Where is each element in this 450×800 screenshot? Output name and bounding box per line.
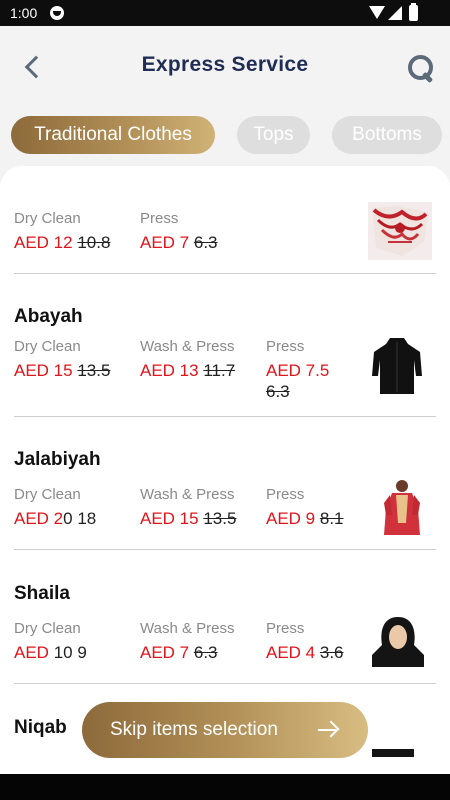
skip-items-selection-button[interactable]: Skip items selection	[82, 702, 368, 758]
item-image	[368, 202, 432, 260]
price-original: 10.8	[77, 233, 111, 252]
item-name: Abayah	[14, 306, 83, 327]
divider	[14, 549, 436, 550]
price-current: AED 7	[140, 233, 190, 252]
item-name: Jalabiyah	[14, 449, 101, 470]
status-time: 1:00	[10, 5, 38, 21]
signal-icon	[388, 6, 402, 20]
price-original: 9	[77, 643, 87, 662]
item-image	[372, 617, 424, 667]
list-item[interactable]: Shaila Dry Clean AED 10 9 Wash & Press A…	[14, 581, 436, 696]
price-original: 13.5	[203, 509, 237, 528]
item-image	[372, 749, 414, 757]
arrow-right-icon	[318, 729, 336, 731]
service-label: Dry Clean	[14, 486, 81, 503]
price-original: 8.1	[319, 509, 344, 528]
service-dry-clean[interactable]: Dry Clean AED 20 18	[14, 486, 134, 529]
price-current: AED	[14, 643, 49, 662]
service-wash-press[interactable]: Wash & Press AED 15 13.5	[140, 486, 260, 529]
list-item[interactable]: Abayah Dry Clean AED 15 13.5 Wash & Pres…	[14, 304, 436, 419]
price-current: AED 15	[140, 509, 199, 528]
service-press[interactable]: Press AED 7 6.3	[140, 210, 260, 253]
price-original: 3.6	[319, 643, 344, 662]
service-dry-clean[interactable]: Dry Clean AED 15 13.5	[14, 338, 134, 381]
price-current: AED 13	[140, 361, 199, 380]
service-label: Dry Clean	[14, 620, 81, 637]
service-label: Press	[140, 210, 179, 227]
item-name: Niqab	[14, 717, 67, 738]
price-current: AED 15	[14, 361, 73, 380]
search-icon[interactable]	[404, 51, 438, 85]
price-current-tail: 0	[63, 509, 73, 528]
price-original: 6.3	[266, 382, 290, 401]
item-name: Shaila	[14, 583, 70, 604]
status-bar: 1:00	[0, 0, 450, 26]
service-dry-clean[interactable]: Dry Clean AED 10 9	[14, 620, 134, 663]
price-original: 13.5	[77, 361, 111, 380]
service-label: Press	[266, 620, 305, 637]
service-wash-press[interactable]: Wash & Press AED 7 6.3	[140, 620, 260, 663]
price-current: AED 2	[14, 509, 64, 528]
list-item[interactable]: Dry Clean AED 12 10.8 Press AED 7 6.3	[14, 202, 436, 278]
divider	[14, 683, 436, 684]
service-label: Press	[266, 486, 305, 503]
divider	[14, 416, 436, 417]
cta-label: Skip items selection	[110, 719, 278, 740]
service-label: Wash & Press	[140, 486, 235, 503]
price-current-tail: 10	[53, 643, 73, 662]
price-current: AED 7.5	[266, 361, 330, 380]
service-label: Dry Clean	[14, 210, 81, 227]
price-original: 6.3	[193, 643, 218, 662]
service-press[interactable]: Press AED 7.5 6.3	[266, 338, 346, 402]
list-item[interactable]: Jalabiyah Dry Clean AED 20 18 Wash & Pre…	[14, 447, 436, 562]
tab-traditional-clothes[interactable]: Traditional Clothes	[11, 116, 215, 154]
service-label: Dry Clean	[14, 338, 81, 355]
battery-icon	[409, 3, 418, 21]
item-image	[372, 338, 422, 394]
price-original: 18	[77, 509, 97, 528]
divider	[14, 273, 436, 274]
service-press[interactable]: Press AED 9 8.1	[266, 486, 386, 529]
system-nav-bar	[0, 774, 450, 800]
item-image	[384, 480, 420, 535]
page-title: Express Service	[141, 53, 309, 76]
app-header: Express Service	[0, 26, 450, 110]
service-label: Wash & Press	[140, 338, 235, 355]
price-original: 11.7	[203, 361, 236, 380]
service-wash-press[interactable]: Wash & Press AED 13 11.7	[140, 338, 260, 381]
price-current: AED 9	[266, 509, 316, 528]
service-dry-clean[interactable]: Dry Clean AED 12 10.8	[14, 210, 134, 253]
price-current: AED 7	[140, 643, 190, 662]
tab-tops[interactable]: Tops	[237, 116, 310, 154]
category-tabs: Traditional Clothes Tops Bottoms	[0, 116, 450, 156]
sync-icon	[50, 6, 64, 20]
price-original: 6.3	[193, 233, 218, 252]
price-current: AED 12	[14, 233, 73, 252]
price-current: AED 4	[266, 643, 316, 662]
wifi-icon	[369, 6, 385, 19]
item-list: Dry Clean AED 12 10.8 Press AED 7 6.3 Ab…	[0, 166, 450, 776]
tab-bottoms[interactable]: Bottoms	[332, 116, 442, 154]
service-label: Wash & Press	[140, 620, 235, 637]
service-press[interactable]: Press AED 4 3.6	[266, 620, 386, 663]
service-label: Press	[266, 338, 305, 355]
